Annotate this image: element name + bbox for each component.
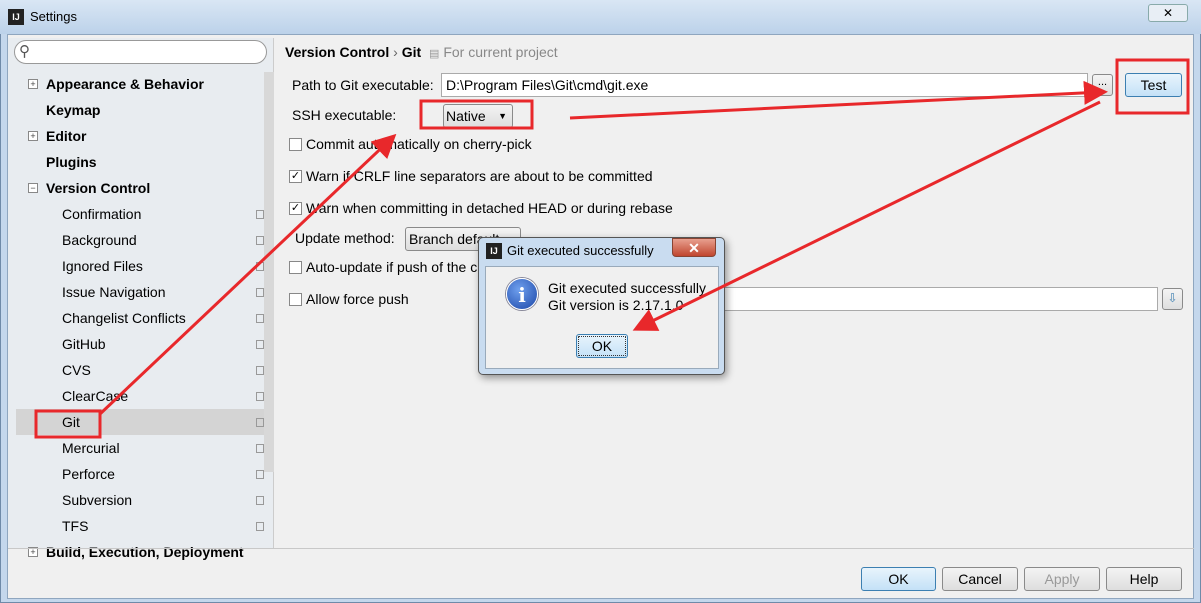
annotation-arrow [569, 80, 1108, 120]
annotation-arrow [632, 100, 1101, 331]
git-highlight-box [34, 409, 102, 439]
test-highlight-box [1115, 58, 1190, 115]
annotation-arrow [98, 133, 397, 416]
ssh-highlight-box [419, 99, 534, 130]
annotation-overlay [34, 58, 1190, 439]
